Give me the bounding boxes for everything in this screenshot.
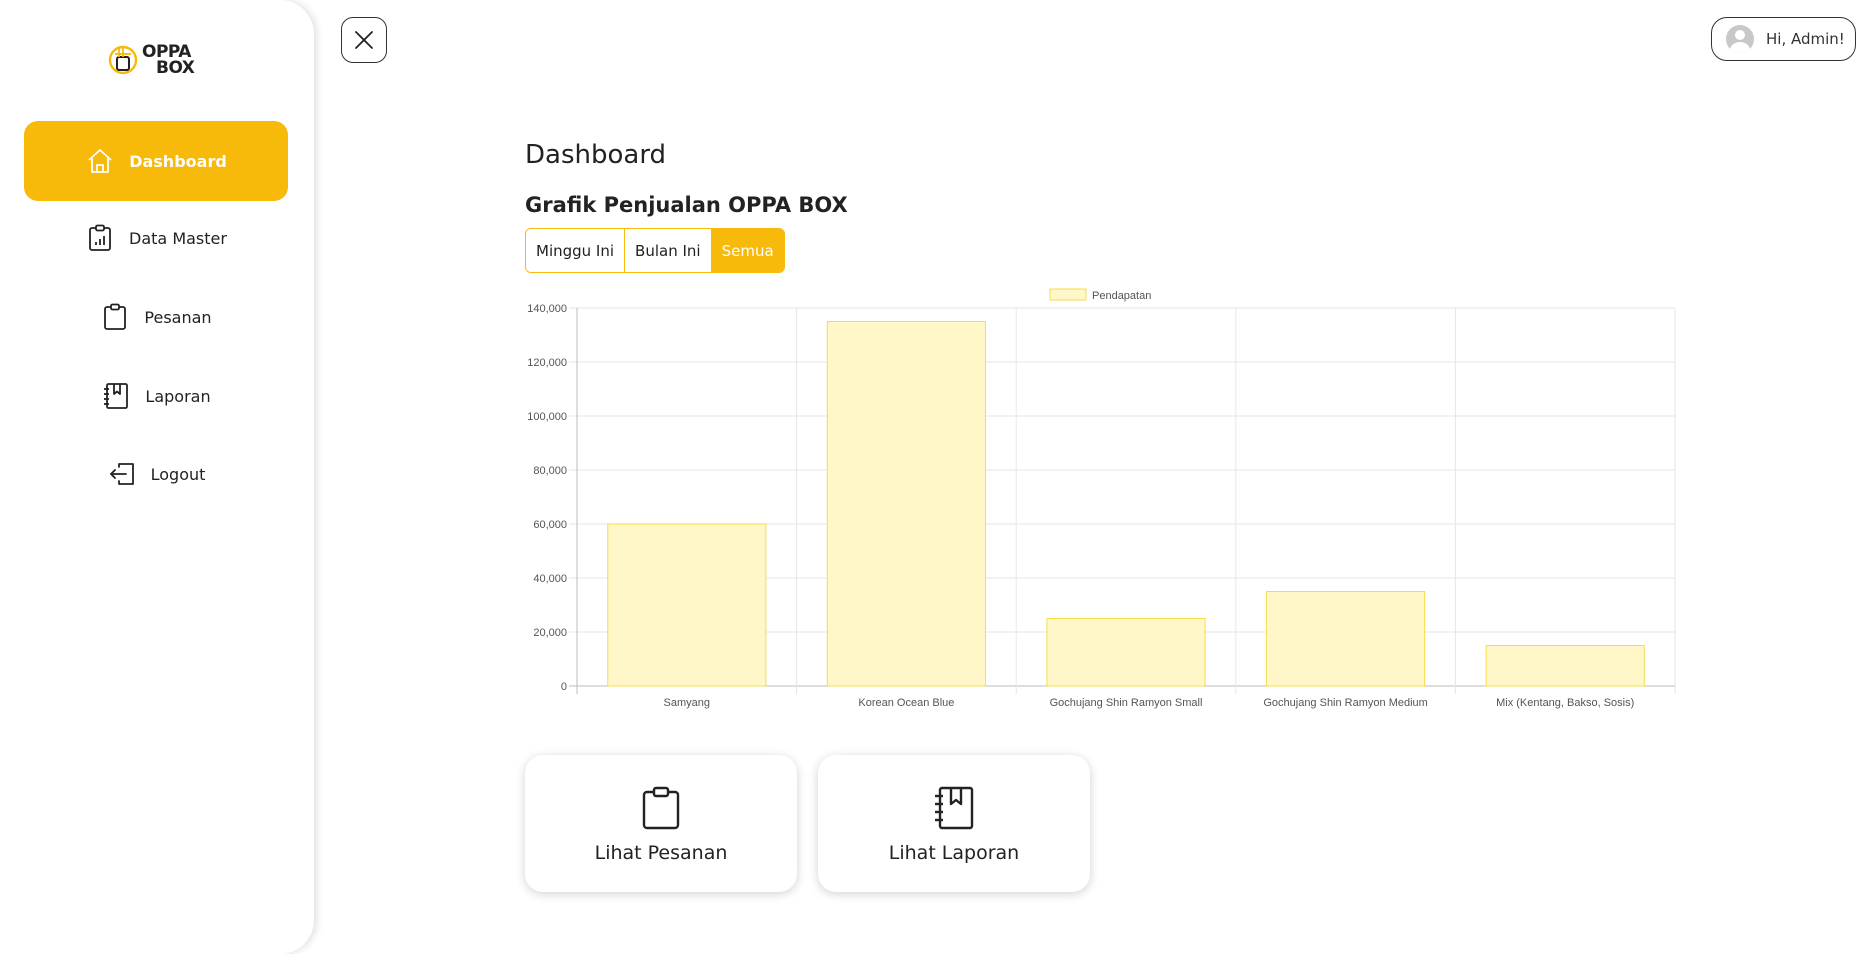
user-greeting: Hi, Admin! (1766, 30, 1845, 48)
clipboard-icon (104, 303, 127, 330)
y-tick-label: 120,000 (527, 357, 567, 369)
logout-icon (109, 463, 134, 485)
notebook-bookmark-icon (935, 786, 974, 829)
sidebar-item-pesanan[interactable]: Pesanan (24, 277, 288, 357)
sidebar: OPPA BOX Dashboard Data Master Pesanan L… (0, 0, 314, 954)
x-tick-label: Samyang (664, 697, 710, 709)
clipboard-icon (642, 786, 680, 829)
sidebar-item-laporan[interactable]: Laporan (24, 356, 288, 436)
y-tick-label: 40,000 (533, 573, 567, 585)
card-label: Lihat Laporan (888, 841, 1020, 864)
logo-text-line2: BOX (156, 58, 195, 78)
page-title: Dashboard (525, 140, 667, 170)
y-tick-label: 20,000 (533, 627, 567, 639)
close-icon (355, 31, 373, 49)
filter-bulan-ini-button[interactable]: Bulan Ini (625, 229, 712, 272)
bar-samyang (607, 523, 767, 687)
chart-title: Grafik Penjualan OPPA BOX (525, 193, 848, 217)
sales-chart: 0 20,000 40,000 60,000 80,000 100,000 120,000 1… (525, 283, 1685, 723)
sidebar-item-label: Laporan (145, 386, 211, 406)
clipboard-chart-icon (89, 224, 111, 251)
y-tick-label: 80,000 (533, 465, 567, 477)
lihat-laporan-card[interactable]: Lihat Laporan (818, 755, 1090, 892)
bar-gochujang-shin-ramyon-medium (1266, 591, 1426, 687)
sidebar-item-data-master[interactable]: Data Master (24, 198, 288, 278)
noodle-cup-logo-icon (108, 45, 138, 75)
legend-swatch (1049, 288, 1087, 301)
sidebar-item-logout[interactable]: Logout (24, 434, 288, 514)
lihat-pesanan-card[interactable]: Lihat Pesanan (525, 755, 797, 892)
filter-minggu-ini-button[interactable]: Minggu Ini (526, 229, 626, 272)
sidebar-item-label: Pesanan (144, 307, 212, 327)
bar-mix-kentang-bakso-sosis- (1485, 645, 1645, 687)
bar-korean-ocean-blue (826, 321, 986, 687)
user-menu-button[interactable]: Hi, Admin! (1711, 17, 1856, 61)
y-tick-label: 100,000 (527, 411, 567, 423)
logo-text: OPPA BOX (142, 44, 195, 78)
y-tick-label: 0 (561, 681, 567, 693)
x-tick-label: Mix (Kentang, Bakso, Sosis) (1496, 697, 1634, 709)
card-label: Lihat Pesanan (594, 841, 728, 864)
sales-bar-chart: 0 20,000 40,000 60,000 80,000 100,000 120,000 1… (527, 288, 1676, 709)
y-tick-label: 60,000 (533, 519, 567, 531)
x-tick-label: Korean Ocean Blue (858, 697, 954, 709)
home-icon (88, 149, 112, 173)
sidebar-item-label: Dashboard (129, 151, 227, 171)
sidebar-item-label: Data Master (129, 228, 227, 248)
x-tick-label: Gochujang Shin Ramyon Medium (1263, 697, 1427, 709)
period-filter-group: Minggu Ini Bulan Ini Semua (525, 228, 785, 273)
avatar (1726, 25, 1754, 53)
y-tick-label: 140,000 (527, 303, 567, 315)
sidebar-item-label: Logout (150, 464, 206, 484)
close-sidebar-button[interactable] (341, 17, 387, 63)
filter-semua-button[interactable]: Semua (711, 229, 784, 272)
oppa-box-logo[interactable]: OPPA BOX (108, 40, 204, 80)
bar-gochujang-shin-ramyon-small (1046, 618, 1206, 687)
legend-label: Pendapatan (1092, 290, 1151, 302)
sidebar-item-dashboard[interactable]: Dashboard (24, 121, 288, 201)
x-tick-label: Gochujang Shin Ramyon Small (1050, 697, 1203, 709)
notebook-bookmark-icon (104, 383, 129, 409)
